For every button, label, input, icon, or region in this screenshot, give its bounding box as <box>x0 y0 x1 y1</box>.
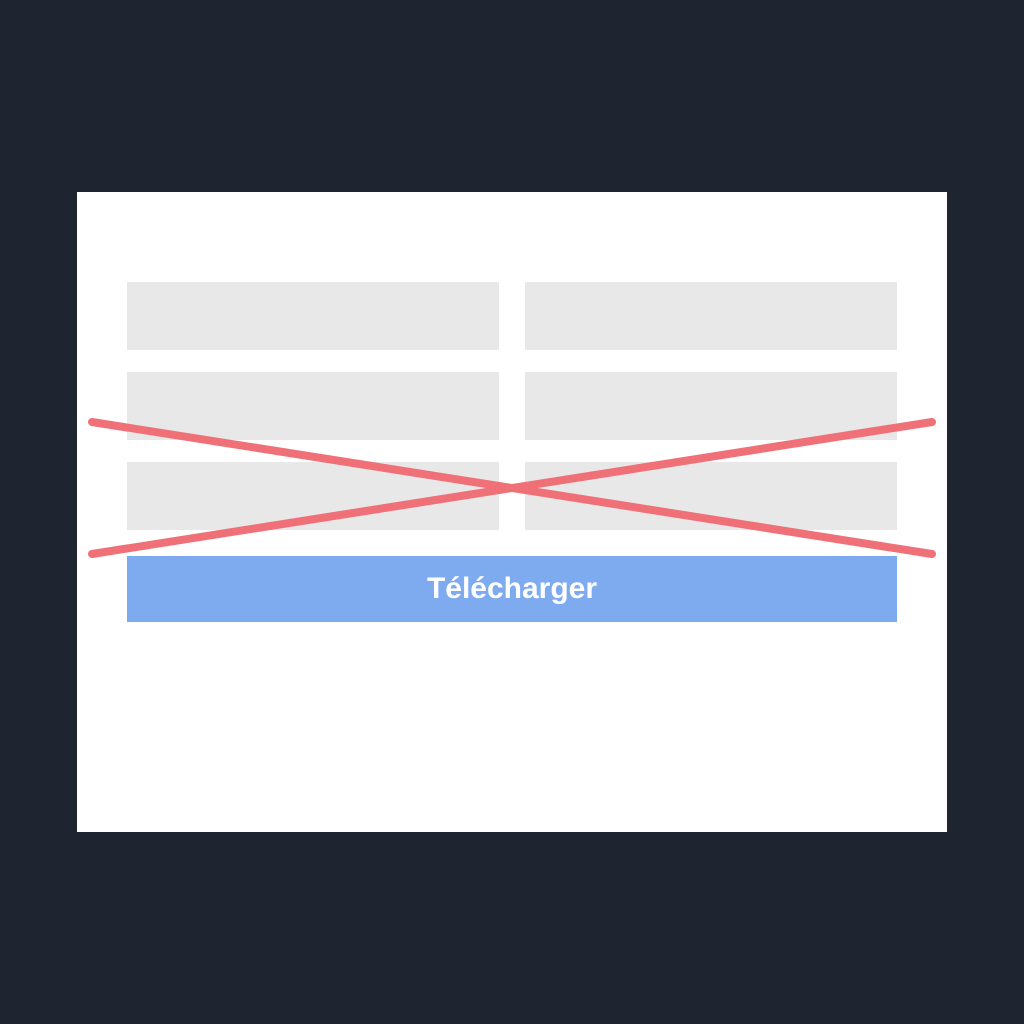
form-field[interactable] <box>525 462 897 530</box>
form-card: Télécharger <box>77 192 947 832</box>
form-field[interactable] <box>127 282 499 350</box>
download-button[interactable]: Télécharger <box>127 556 897 622</box>
form-field[interactable] <box>525 372 897 440</box>
form-grid <box>127 282 897 530</box>
form-field[interactable] <box>127 462 499 530</box>
download-button-label: Télécharger <box>427 572 597 606</box>
form-field[interactable] <box>127 372 499 440</box>
form-field[interactable] <box>525 282 897 350</box>
